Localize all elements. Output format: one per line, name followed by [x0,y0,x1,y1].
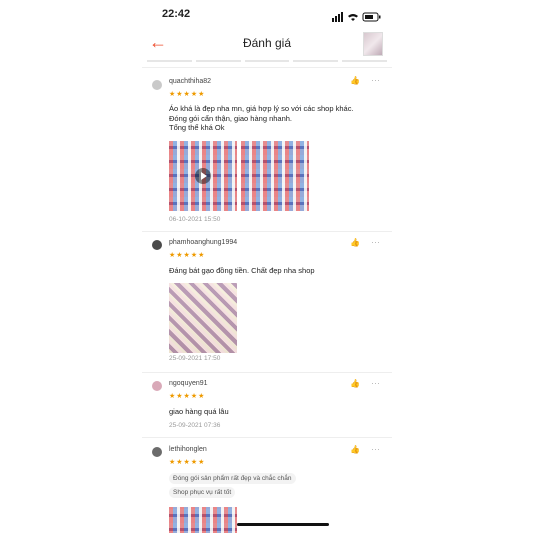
tab-5[interactable] [342,60,387,64]
review-photo[interactable] [241,141,309,211]
status-icons [332,12,381,22]
thumbs-up-icon[interactable]: 👍 [350,76,360,85]
avatar[interactable] [152,80,162,90]
review-line: Tổng thể khá Ok [169,123,225,132]
tab-4[interactable] [293,60,339,64]
home-indicator [237,523,329,526]
review-text: Áo khá là đẹp nha mn, giá hợp lý so với … [169,104,384,133]
review-item: lethihonglen 👍 ⋯ ★★★★★ Đóng gói sản phẩm… [142,440,392,533]
rating-stars: ★★★★★ [169,459,206,466]
review-line: giao hàng quá lâu [169,407,229,416]
thumbs-up-icon[interactable]: 👍 [350,379,360,388]
review-tag: Đóng gói sản phẩm rất đẹp và chắc chắn [169,473,296,484]
tab-1[interactable] [147,60,192,64]
product-thumbnail[interactable] [363,32,383,56]
thumbs-up-icon[interactable]: 👍 [350,238,360,247]
review-username[interactable]: phamhoanghung1994 [169,239,237,246]
review-date: 06-10-2021 15:50 [169,216,221,223]
app-header: ← Đánh giá [142,26,392,60]
page-title: Đánh giá [242,36,292,50]
phone-screen: 22:42 ← Đánh giá quachthiha82 👍 ⋯ ★★★★★ … [142,0,392,533]
review-photo[interactable] [169,283,237,353]
more-dots-icon[interactable]: ⋯ [371,237,381,248]
review-photo[interactable] [169,507,237,533]
review-date: 25-09-2021 17:50 [169,355,221,362]
filter-tabs [147,60,387,64]
divider [142,372,392,373]
tab-3[interactable] [244,60,290,64]
review-item: ngoquyen91 👍 ⋯ ★★★★★ giao hàng quá lâu 2… [142,374,392,434]
review-item: phamhoanghung1994 👍 ⋯ ★★★★★ Đáng bát gạo… [142,233,392,369]
more-dots-icon[interactable]: ⋯ [371,444,381,455]
review-video-thumbnail[interactable] [169,141,237,211]
review-line: Đáng bát gạo đồng tiền. Chất đẹp nha sho… [169,266,315,275]
divider [142,437,392,438]
review-username[interactable]: lethihonglen [169,446,207,453]
play-icon[interactable] [195,168,211,184]
rating-stars: ★★★★★ [169,393,206,400]
rating-stars: ★★★★★ [169,91,206,98]
review-tag: Shop phục vụ rất tốt [169,487,236,498]
avatar[interactable] [152,381,162,391]
avatar[interactable] [152,447,162,457]
more-dots-icon[interactable]: ⋯ [371,75,381,86]
review-username[interactable]: quachthiha82 [169,78,211,85]
divider [142,231,392,232]
review-text: Đáng bát gạo đồng tiền. Chất đẹp nha sho… [169,266,384,276]
more-dots-icon[interactable]: ⋯ [371,378,381,389]
rating-stars: ★★★★★ [169,252,206,259]
review-text: giao hàng quá lâu [169,407,384,417]
divider [142,67,392,68]
thumbs-up-icon[interactable]: 👍 [350,445,360,454]
review-line: Áo khá là đẹp nha mn, giá hợp lý so với … [169,104,354,113]
review-line: Đóng gói cẩn thận, giao hàng nhanh. [169,113,293,123]
tab-2[interactable] [195,60,241,64]
status-bar: 22:42 [142,4,392,22]
review-item: quachthiha82 👍 ⋯ ★★★★★ Áo khá là đẹp nha… [142,70,392,230]
review-username[interactable]: ngoquyen91 [169,380,208,387]
status-time: 22:42 [162,8,191,20]
review-date: 25-09-2021 07:36 [169,422,221,429]
avatar[interactable] [152,240,162,250]
